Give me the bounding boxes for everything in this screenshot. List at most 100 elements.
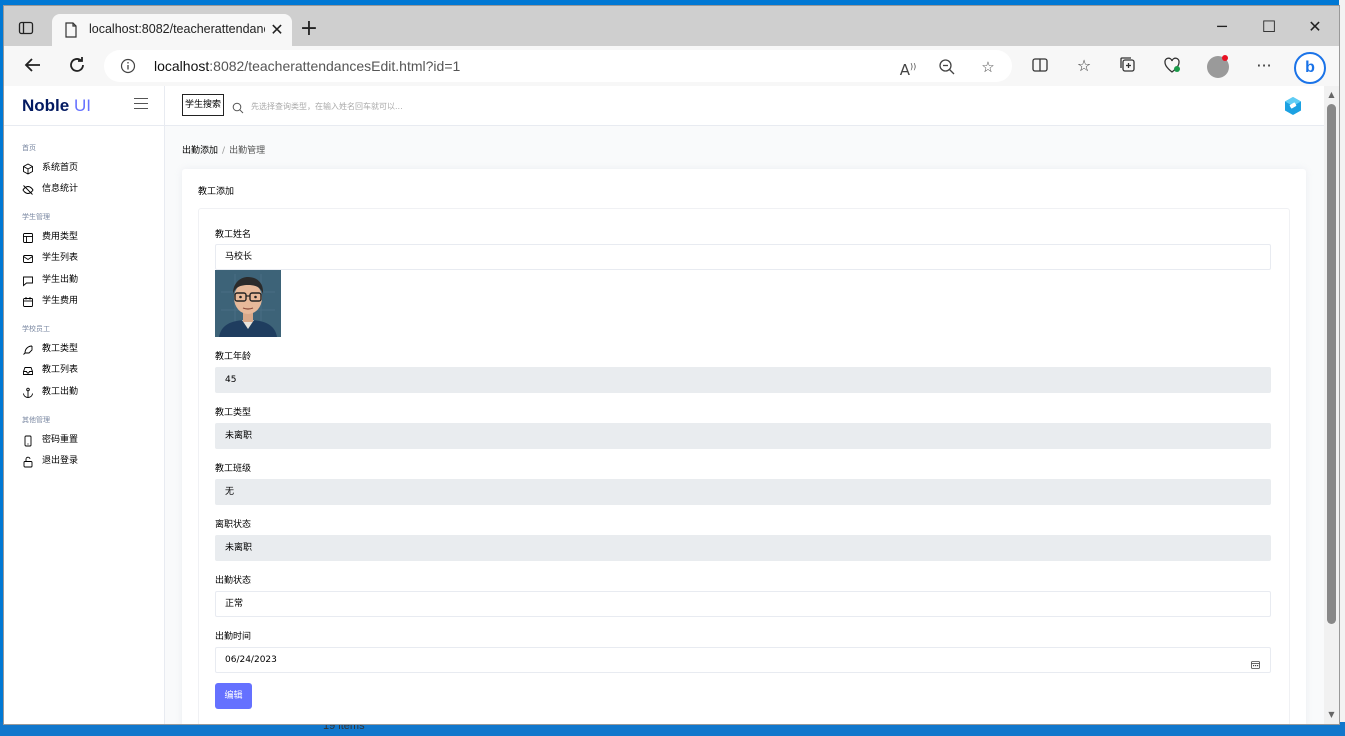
- top-navbar: 学生搜索: [165, 86, 1324, 126]
- teacher-photo: [215, 270, 281, 337]
- profile-notification-badge: [1222, 55, 1228, 61]
- new-tab-icon[interactable]: +: [298, 18, 320, 40]
- browser-toolbar: localhost:8082/teacherattendancesEdit.ht…: [4, 46, 1339, 87]
- sidebar-item-staff-types[interactable]: 教工类型: [22, 339, 162, 355]
- breadcrumb: 出勤添加 / 出勤管理: [182, 146, 266, 156]
- sidebar-item-statistics[interactable]: 信息统计: [22, 179, 162, 195]
- anchor-icon: [22, 384, 34, 398]
- unlock-icon: [22, 453, 34, 468]
- page-icon: [64, 22, 78, 38]
- browser-essentials-icon[interactable]: [1162, 56, 1182, 76]
- apps-grid-icon[interactable]: [1283, 96, 1303, 116]
- edit-button[interactable]: 编辑: [215, 683, 252, 709]
- collections-icon[interactable]: [1118, 56, 1138, 76]
- search-type-button[interactable]: 学生搜索: [182, 94, 224, 116]
- leave-status-label: 离职状态: [215, 520, 252, 530]
- attendance-status-label: 出勤状态: [215, 576, 252, 586]
- search-input[interactable]: [251, 98, 651, 114]
- nav-section-students: 学生管理: [22, 213, 50, 221]
- read-aloud-icon[interactable]: A)): [899, 58, 917, 79]
- sidebar-item-label: 密码重置: [42, 435, 79, 445]
- name-label: 教工姓名: [215, 230, 252, 240]
- sidebar-item-logout[interactable]: 退出登录: [22, 451, 162, 468]
- form-container: 教工姓名 马校长 教工年龄 45 教工类型 未离职 教工班级 无 离职状态 未离…: [198, 208, 1290, 724]
- age-input[interactable]: 45: [215, 367, 1271, 393]
- browser-tab-active[interactable]: localhost:8082/teacherattendanc ✕: [52, 14, 292, 46]
- sidebar-item-label: 信息统计: [42, 184, 79, 194]
- sidebar-item-label: 费用类型: [42, 232, 79, 242]
- tab-title: localhost:8082/teacherattendanc: [89, 22, 265, 36]
- mail-icon: [22, 250, 34, 263]
- bing-copilot-icon[interactable]: b: [1294, 52, 1326, 84]
- sidebar-item-staff-attendance[interactable]: 教工出勤: [22, 382, 162, 398]
- sidebar-item-student-fees[interactable]: 学生费用: [22, 291, 162, 307]
- sidebar-item-student-attendance[interactable]: 学生出勤: [22, 270, 162, 287]
- more-menu-icon[interactable]: ···: [1254, 56, 1274, 76]
- sidebar-item-staff-list[interactable]: 教工列表: [22, 360, 162, 376]
- scrollbar-thumb[interactable]: [1327, 104, 1336, 624]
- breadcrumb-item-current[interactable]: 出勤添加: [182, 146, 218, 156]
- sidebar-item-fee-types[interactable]: 费用类型: [22, 227, 162, 243]
- menu-toggle-icon[interactable]: [134, 98, 148, 110]
- minimize-icon[interactable]: ─: [1207, 16, 1237, 38]
- sidebar-item-label: 教工出勤: [42, 387, 79, 397]
- sidebar-item-label: 学生费用: [42, 296, 79, 306]
- staff-type-input[interactable]: 未离职: [215, 423, 1271, 449]
- leave-status-input[interactable]: 未离职: [215, 535, 1271, 561]
- desktop-background-right: [1339, 0, 1345, 736]
- split-screen-icon[interactable]: [1030, 56, 1050, 76]
- back-icon[interactable]: [22, 55, 44, 77]
- sidebar: Noble UI 首页 系统首页 信息统计 学生管理 费用类型 学生列表 学生出…: [4, 86, 165, 724]
- card-title: 教工添加: [198, 187, 235, 197]
- nav-section-other: 其他管理: [22, 416, 50, 424]
- favorite-star-icon[interactable]: ☆: [979, 58, 997, 76]
- page-scrollbar[interactable]: ▲ ▼: [1324, 86, 1339, 724]
- sidebar-item-dashboard[interactable]: 系统首页: [22, 158, 162, 175]
- calendar-icon: [22, 293, 34, 307]
- inbox-icon: [22, 362, 34, 375]
- attendance-status-input[interactable]: 正常: [215, 591, 1271, 617]
- smartphone-icon: [22, 432, 34, 447]
- sidebar-item-label: 教工列表: [42, 365, 79, 375]
- desktop-background-bottom: [0, 722, 1345, 736]
- window-close-icon[interactable]: ✕: [1300, 16, 1330, 38]
- attendance-time-label: 出勤时间: [215, 632, 252, 642]
- sidebar-item-password-reset[interactable]: 密码重置: [22, 430, 162, 447]
- date-value: 06/24/2023: [225, 655, 277, 665]
- nav-section-staff: 学校员工: [22, 325, 50, 333]
- box-icon: [22, 160, 34, 175]
- message-square-icon: [22, 272, 34, 287]
- sidebar-item-label: 退出登录: [42, 456, 79, 466]
- tab-close-icon[interactable]: ✕: [268, 21, 286, 39]
- brand-logo[interactable]: Noble UI: [22, 96, 91, 116]
- scroll-down-icon[interactable]: ▼: [1327, 710, 1336, 719]
- sidebar-item-label: 教工类型: [42, 344, 79, 354]
- scroll-up-icon[interactable]: ▲: [1327, 90, 1336, 99]
- table-icon: [22, 229, 34, 243]
- class-input[interactable]: 无: [215, 479, 1271, 505]
- sidebar-item-label: 系统首页: [42, 163, 79, 173]
- nav-section-home: 首页: [22, 144, 36, 152]
- eye-off-icon: [22, 181, 34, 195]
- refresh-icon[interactable]: [66, 55, 88, 77]
- feather-icon: [22, 341, 34, 355]
- page-viewport: Noble UI 首页 系统首页 信息统计 学生管理 费用类型 学生列表 学生出…: [4, 86, 1324, 724]
- zoom-out-icon[interactable]: [938, 58, 956, 76]
- maximize-icon[interactable]: ☐: [1254, 16, 1284, 38]
- staff-type-label: 教工类型: [215, 408, 252, 418]
- favorites-icon[interactable]: ☆: [1074, 56, 1094, 76]
- class-label: 教工班级: [215, 464, 252, 474]
- tab-strip: localhost:8082/teacherattendanc ✕ + ─ ☐ …: [4, 6, 1339, 46]
- browser-window: localhost:8082/teacherattendanc ✕ + ─ ☐ …: [4, 6, 1339, 724]
- sidebar-item-student-list[interactable]: 学生列表: [22, 248, 162, 264]
- tab-actions-icon[interactable]: [18, 20, 34, 36]
- calendar-picker-icon[interactable]: [1251, 655, 1260, 669]
- url-text: localhost:8082/teacherattendancesEdit.ht…: [154, 58, 461, 74]
- sidebar-item-label: 学生出勤: [42, 275, 79, 285]
- site-info-icon[interactable]: [120, 58, 136, 74]
- address-bar[interactable]: localhost:8082/teacherattendancesEdit.ht…: [104, 50, 1012, 82]
- name-input[interactable]: 马校长: [215, 244, 1271, 270]
- breadcrumb-item-parent: 出勤管理: [229, 146, 266, 156]
- search-icon: [232, 99, 244, 114]
- attendance-date-input[interactable]: 06/24/2023: [215, 647, 1271, 673]
